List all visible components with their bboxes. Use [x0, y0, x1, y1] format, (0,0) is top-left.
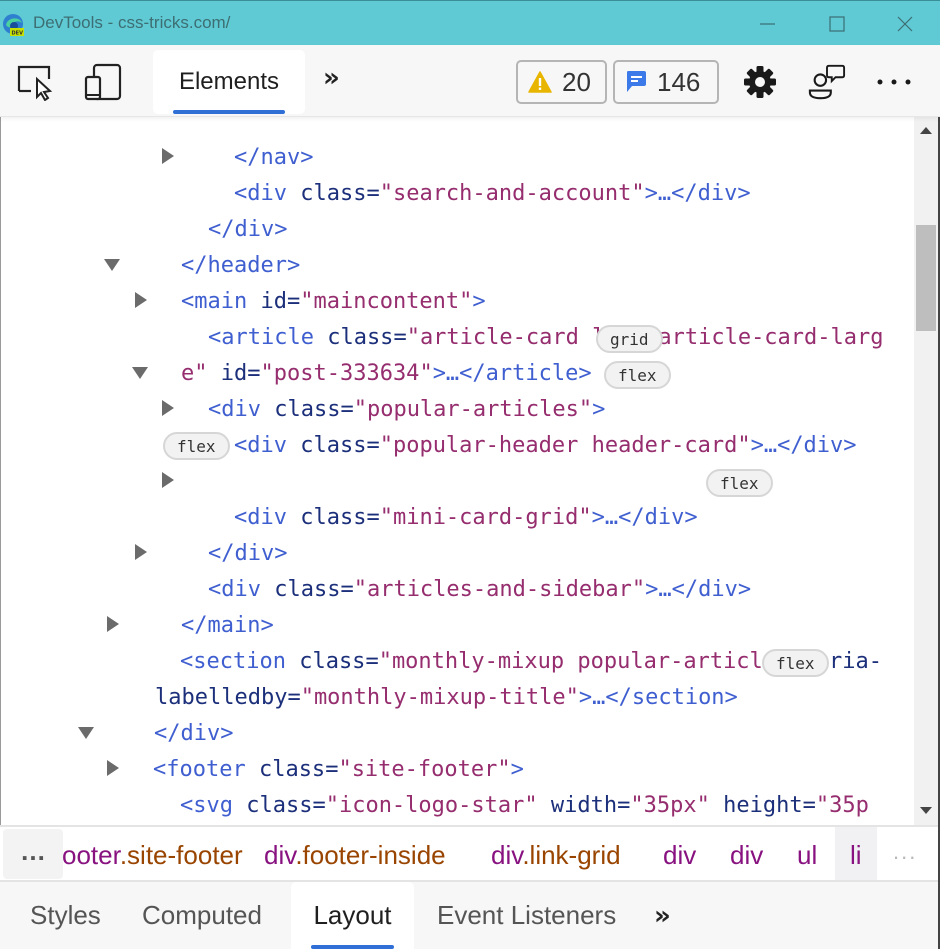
dom-node-continuation[interactable]: e" id="post-333634">…</article>: [128, 320, 592, 386]
dom-node[interactable]: </header>: [128, 212, 300, 278]
edge-dev-icon: DEV: [3, 14, 24, 37]
active-tab-indicator: [311, 945, 394, 949]
flex-badge[interactable]: flex: [706, 469, 773, 497]
dom-node[interactable]: <div class="mini-card-grid">…</div>: [181, 464, 698, 530]
breadcrumb-item[interactable]: ul: [797, 837, 817, 873]
breadcrumb-item[interactable]: ooter.site-footer: [62, 837, 243, 873]
expand-toggle-icon[interactable]: [135, 292, 147, 308]
breadcrumb-item-selected[interactable]: li: [850, 837, 862, 873]
tab-styles[interactable]: Styles: [30, 882, 101, 949]
device-emulation-button[interactable]: [84, 63, 122, 101]
tab-computed[interactable]: Computed: [142, 882, 262, 949]
dom-node[interactable]: </div>: [155, 176, 287, 242]
dom-node[interactable]: </main>: [128, 572, 274, 638]
warnings-count: 20: [562, 66, 591, 97]
flex-badge[interactable]: flex: [163, 432, 230, 460]
inspect-element-button[interactable]: [17, 63, 55, 101]
messages-badge[interactable]: 146: [613, 60, 719, 104]
dom-node[interactable]: <footer class="site-footer">: [100, 716, 524, 782]
dom-tree: </nav> <div class="search-and-account">……: [0, 117, 914, 825]
feedback-icon: [808, 64, 846, 100]
device-emulation-icon: [84, 63, 122, 101]
expand-toggle-icon[interactable]: [107, 616, 119, 632]
expand-toggle-icon[interactable]: [135, 544, 147, 560]
breadcrumb-item[interactable]: div.link-grid: [491, 837, 621, 873]
messages-count: 146: [657, 66, 701, 97]
dom-node[interactable]: <section class="monthly-mixup popular-ar…: [127, 608, 882, 674]
scrollbar-thumb[interactable]: [916, 225, 936, 331]
collapse-toggle-icon[interactable]: [132, 367, 148, 379]
close-icon[interactable]: [890, 9, 920, 39]
title-bar: DEV DevTools - css-tricks.com/: [0, 0, 940, 45]
breadcrumb-item[interactable]: div: [730, 837, 763, 873]
breadcrumb-scroll-right-button[interactable]: ...: [893, 839, 917, 865]
settings-button[interactable]: [741, 63, 779, 101]
more-options-button[interactable]: [875, 63, 913, 101]
tab-elements[interactable]: Elements: [153, 50, 305, 114]
flex-badge[interactable]: flex: [762, 649, 829, 677]
flex-badge[interactable]: flex: [604, 361, 671, 389]
more-sidebar-tabs-button[interactable]: »: [654, 882, 671, 949]
breadcrumb-scroll-left-button[interactable]: …: [3, 829, 63, 879]
dom-node[interactable]: </div>: [155, 500, 287, 566]
dom-node[interactable]: <svg class="icon-logo-star" width="35px"…: [127, 752, 869, 818]
minimize-icon[interactable]: [752, 9, 782, 39]
dom-node-continuation[interactable]: x" viewBox="0 0 362.62 388.52" data-spin…: [102, 788, 857, 824]
expand-toggle-icon[interactable]: [107, 760, 119, 776]
collapse-toggle-icon[interactable]: [78, 727, 94, 739]
scroll-down-icon[interactable]: [920, 807, 932, 814]
window-title: DevTools - css-tricks.com/: [33, 13, 231, 32]
expand-toggle-icon[interactable]: [162, 472, 174, 488]
dom-node[interactable]: <main id="maincontent">: [128, 248, 486, 314]
breadcrumb: ooter.site-footer div.footer-inside div.…: [0, 825, 938, 882]
dom-tree-scrollbar[interactable]: [914, 117, 938, 825]
warning-icon: [528, 71, 552, 93]
breadcrumb-item[interactable]: div: [663, 837, 696, 873]
dom-node[interactable]: <div class="articles-and-sidebar">…</div…: [155, 536, 751, 602]
tab-layout[interactable]: Layout: [291, 882, 414, 949]
more-options-icon: [877, 79, 911, 85]
svg-text:DEV: DEV: [12, 31, 24, 37]
dom-node[interactable]: <div class="search-and-account">…</div>: [181, 140, 751, 206]
dom-node-continuation[interactable]: labelledby="monthly-mixup-title">…</sect…: [102, 644, 738, 710]
tab-elements-label: Elements: [178, 68, 280, 95]
more-tabs-button[interactable]: »: [323, 63, 340, 93]
active-tab-indicator: [173, 110, 285, 114]
sidebar-tabs: Styles Computed Layout Event Listeners »: [0, 882, 938, 949]
devtools-toolbar: Elements » 20 146: [0, 45, 940, 117]
gear-icon: [744, 66, 776, 98]
scroll-up-icon[interactable]: [920, 127, 932, 134]
dom-node[interactable]: </div>: [101, 680, 233, 746]
dom-node[interactable]: <article class="article-card link articl…: [155, 284, 884, 350]
dom-node[interactable]: <div class="popular-articles">: [155, 356, 605, 422]
expand-toggle-icon[interactable]: [162, 400, 174, 416]
feedback-button[interactable]: [808, 63, 846, 101]
warnings-badge[interactable]: 20: [516, 60, 607, 104]
dom-node[interactable]: <div class="popular-header header-card">…: [181, 392, 857, 458]
inspect-element-icon: [17, 65, 53, 101]
grid-badge[interactable]: grid: [596, 325, 663, 353]
maximize-icon[interactable]: [822, 9, 852, 39]
dom-node[interactable]: </nav>: [181, 117, 313, 170]
tab-event-listeners[interactable]: Event Listeners: [437, 882, 616, 949]
message-icon: [627, 71, 646, 92]
expand-toggle-icon[interactable]: [162, 148, 174, 164]
collapse-toggle-icon[interactable]: [104, 259, 120, 271]
breadcrumb-item[interactable]: div.footer-inside: [264, 837, 446, 873]
